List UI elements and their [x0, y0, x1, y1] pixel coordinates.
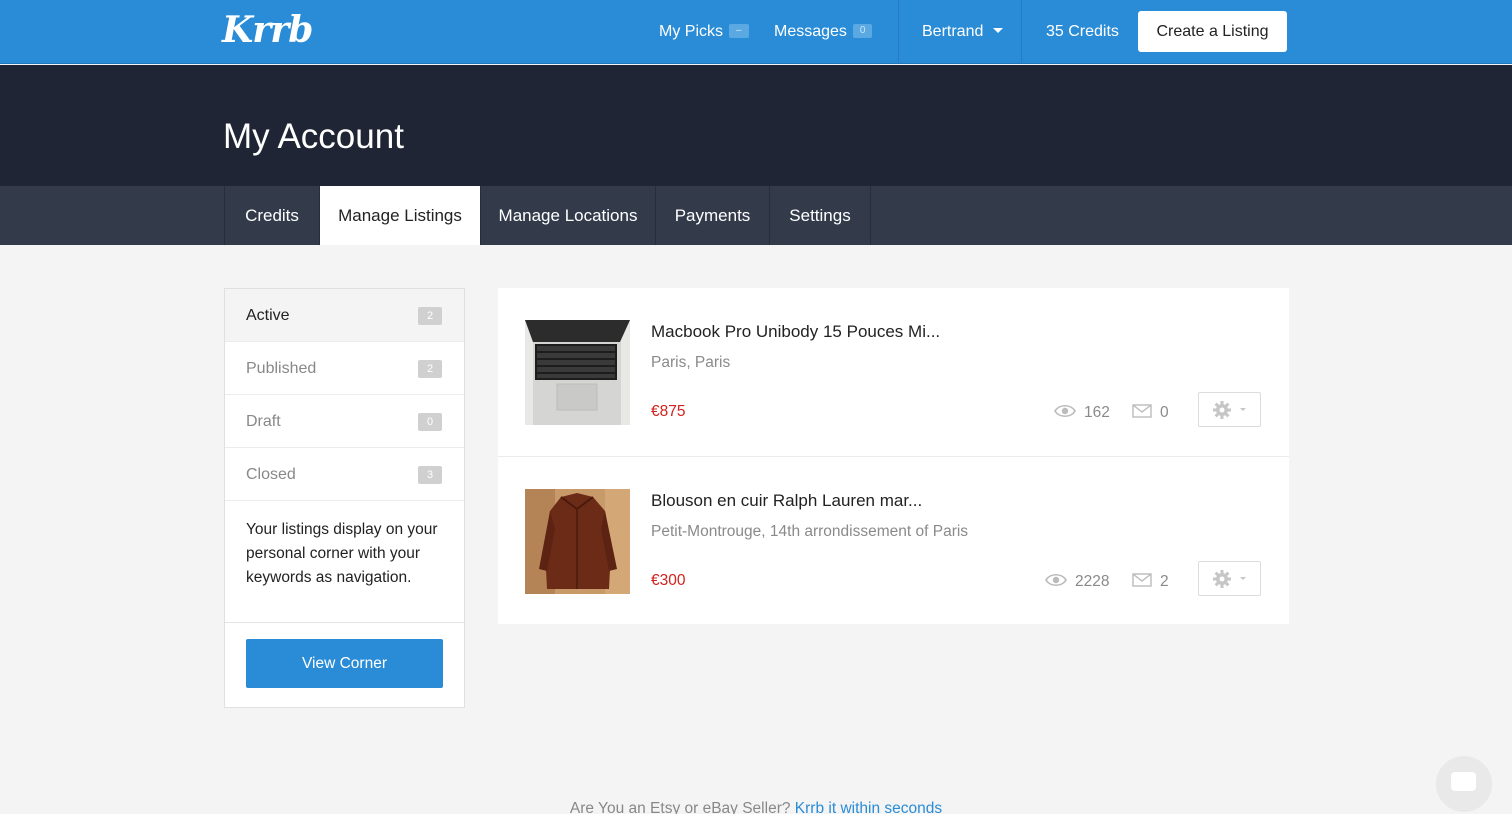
laptop-keyboard-photo[interactable] [525, 320, 630, 425]
tab-settings[interactable]: Settings [769, 186, 870, 245]
caret-down-icon [993, 28, 1004, 34]
footer-link[interactable]: Krrb it within seconds [795, 800, 942, 814]
caret-down-icon [1240, 408, 1246, 411]
tab-manage-listings[interactable]: Manage Listings [319, 186, 480, 245]
eye-icon [1054, 404, 1076, 417]
my-picks-label: My Picks [659, 23, 723, 40]
user-menu-dropdown[interactable]: Bertrand [922, 0, 1004, 64]
messages-count: 2 [1160, 573, 1169, 590]
messages-stat: 2 [1132, 572, 1169, 592]
messages-stat: 0 [1132, 403, 1169, 423]
filter-label: Closed [246, 466, 296, 483]
filter-count-badge: 0 [418, 413, 442, 431]
filter-label: Draft [246, 413, 281, 430]
leather-jacket-photo[interactable] [525, 489, 630, 594]
top-navbar: Krrb My Picks – Messages 0 Bertrand 35 Cre… [0, 0, 1512, 64]
filter-count-badge: 3 [418, 466, 442, 484]
caret-down-icon [1240, 577, 1246, 580]
filter-label: Active [246, 307, 290, 324]
listing-price: €300 [651, 572, 686, 589]
sidebar-description: Your listings display on your personal c… [246, 521, 438, 586]
listing-title[interactable]: Blouson en cuir Ralph Lauren mar... [651, 491, 922, 511]
messages-badge: 0 [852, 23, 873, 38]
envelope-icon [1132, 573, 1152, 587]
envelope-icon [1132, 404, 1152, 418]
view-corner-button[interactable]: View Corner [246, 639, 443, 688]
account-tabs: Credits Manage Listings Manage Locations… [0, 186, 1512, 245]
listing-item: Macbook Pro Unibody 15 Pouces Mi... Pari… [498, 288, 1289, 456]
listing-location: Petit-Montrouge, 14th arrondissement of … [651, 523, 969, 540]
sidebar-divider [225, 622, 464, 623]
filter-label: Published [246, 360, 317, 377]
views-count: 162 [1084, 404, 1110, 421]
chat-button[interactable] [1436, 756, 1492, 812]
tab-manage-locations[interactable]: Manage Locations [480, 186, 655, 245]
filter-count-badge: 2 [418, 360, 442, 378]
messages-label: Messages [774, 23, 847, 40]
filter-active[interactable]: Active 2 [225, 289, 464, 342]
my-picks-badge: – [729, 23, 749, 38]
footer-promo: Are You an Etsy or eBay Seller? Krrb it … [0, 800, 1512, 814]
listing-price: €875 [651, 403, 686, 420]
listing-settings-dropdown[interactable] [1198, 561, 1261, 596]
filter-count-badge: 2 [418, 307, 442, 325]
my-picks-link[interactable]: My Picks – [659, 0, 749, 64]
views-stat: 2228 [1045, 572, 1109, 592]
footer-text: Are You an Etsy or eBay Seller? [569, 800, 791, 814]
krrb-logo[interactable]: Krrb [222, 10, 313, 50]
views-stat: 162 [1054, 403, 1110, 423]
gear-icon [1213, 401, 1231, 419]
views-count: 2228 [1075, 573, 1110, 590]
tab-payments[interactable]: Payments [655, 186, 769, 245]
filter-draft[interactable]: Draft 0 [225, 395, 464, 448]
listing-filter-sidebar: Active 2 Published 2 Draft 0 Closed 3 Yo… [224, 288, 465, 708]
nav-divider [898, 0, 899, 64]
gear-icon [1213, 570, 1231, 588]
listing-location: Paris, Paris [651, 354, 731, 371]
page-title: My Account [223, 117, 404, 156]
listing-settings-dropdown[interactable] [1198, 392, 1261, 427]
messages-count: 0 [1160, 404, 1169, 421]
user-name: Bertrand [922, 23, 984, 40]
listing-item: Blouson en cuir Ralph Lauren mar... Peti… [498, 456, 1289, 624]
page-header: My Account [0, 65, 1512, 186]
nav-divider [1021, 0, 1022, 64]
tab-credits[interactable]: Credits [224, 186, 319, 245]
messages-link[interactable]: Messages 0 [774, 0, 873, 64]
listing-title[interactable]: Macbook Pro Unibody 15 Pouces Mi... [651, 322, 940, 342]
listings-panel: Macbook Pro Unibody 15 Pouces Mi... Pari… [498, 288, 1289, 624]
tab-divider [870, 186, 871, 245]
credits-link[interactable]: 35 Credits [1046, 0, 1119, 64]
eye-icon [1045, 573, 1067, 586]
create-listing-button[interactable]: Create a Listing [1138, 11, 1287, 52]
chat-bubble-icon [1451, 772, 1476, 791]
filter-closed[interactable]: Closed 3 [225, 448, 464, 501]
filter-published[interactable]: Published 2 [225, 342, 464, 395]
